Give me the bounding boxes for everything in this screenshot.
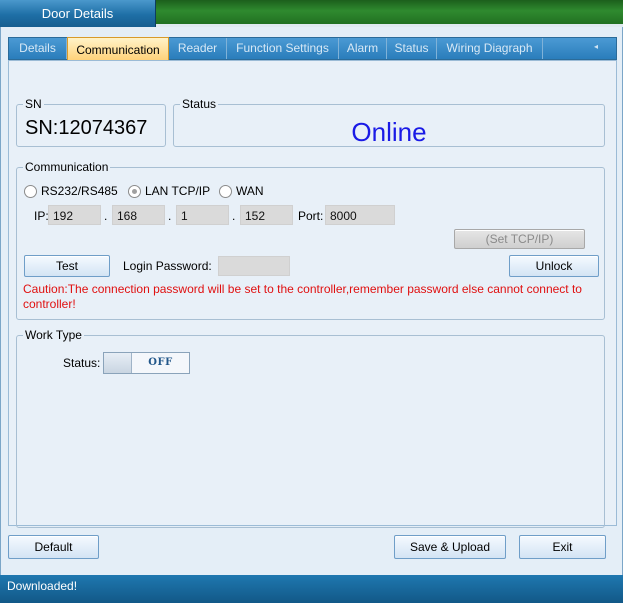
unlock-button[interactable]: Unlock bbox=[509, 255, 599, 277]
work-type-group: Work Type Status: OFF bbox=[16, 328, 605, 528]
ip-label: IP: bbox=[34, 209, 49, 223]
set-tcpip-button[interactable]: (Set TCP/IP) bbox=[454, 229, 585, 249]
title-bar: Door Details bbox=[0, 0, 623, 27]
radio-wan[interactable]: WAN bbox=[219, 184, 264, 198]
sn-value: SN:12074367 bbox=[25, 117, 148, 139]
work-status-label: Status: bbox=[63, 356, 101, 370]
save-upload-button[interactable]: Save & Upload bbox=[394, 535, 506, 559]
radio-checked-icon bbox=[128, 184, 141, 198]
radio-rs232-label: RS232/RS485 bbox=[41, 184, 118, 198]
exit-button[interactable]: Exit bbox=[519, 535, 606, 559]
port-input[interactable]: 8000 bbox=[325, 205, 395, 225]
window-title: Door Details bbox=[0, 0, 156, 27]
tab-reader[interactable]: Reader bbox=[169, 38, 227, 59]
communication-group: Communication RS232/RS485 LAN TCP/IP WAN… bbox=[16, 160, 605, 320]
tab-details[interactable]: Details bbox=[9, 38, 67, 59]
door-details-window: Details Communication Reader Function Se… bbox=[0, 27, 623, 575]
status-bar: Downloaded! bbox=[0, 575, 623, 603]
ip-separator: . bbox=[104, 209, 108, 223]
login-password-input[interactable] bbox=[218, 256, 290, 276]
sn-group: SN SN:12074367 bbox=[16, 97, 166, 147]
tab-strip: Details Communication Reader Function Se… bbox=[8, 37, 617, 61]
communication-legend: Communication bbox=[25, 160, 109, 174]
status-group: Status Online bbox=[173, 97, 605, 147]
tab-alarm[interactable]: Alarm bbox=[339, 38, 387, 59]
tab-status[interactable]: Status bbox=[387, 38, 437, 59]
radio-lan-label: LAN TCP/IP bbox=[145, 184, 211, 198]
radio-wan-label: WAN bbox=[236, 184, 264, 198]
ip-separator: . bbox=[168, 209, 172, 223]
tab-function-settings[interactable]: Function Settings bbox=[227, 38, 339, 59]
radio-unchecked-icon bbox=[24, 184, 37, 198]
ip-octet-3-input[interactable]: 1 bbox=[176, 205, 229, 225]
status-toggle[interactable]: OFF bbox=[103, 352, 190, 374]
toggle-state-label: OFF bbox=[148, 357, 173, 368]
status-bar-text: Downloaded! bbox=[7, 579, 78, 593]
tab-communication[interactable]: Communication bbox=[67, 37, 169, 61]
ip-octet-2-input[interactable]: 168 bbox=[112, 205, 165, 225]
communication-page: SN SN:12074367 Status Online Communicati… bbox=[8, 60, 617, 528]
radio-unchecked-icon bbox=[219, 184, 232, 198]
port-label: Port: bbox=[298, 209, 324, 223]
login-password-label: Login Password: bbox=[123, 259, 212, 273]
connection-status: Online bbox=[351, 117, 427, 147]
status-legend: Status bbox=[182, 97, 217, 111]
toggle-knob[interactable] bbox=[104, 353, 132, 373]
caution-message: Caution:The connection password will be … bbox=[23, 282, 582, 311]
test-button[interactable]: Test bbox=[24, 255, 110, 277]
radio-lan-tcpip[interactable]: LAN TCP/IP bbox=[128, 184, 210, 198]
default-button[interactable]: Default bbox=[8, 535, 99, 559]
sn-legend: SN bbox=[25, 97, 42, 111]
ip-octet-4-input[interactable]: 152 bbox=[240, 205, 293, 225]
radio-rs232-rs485[interactable]: RS232/RS485 bbox=[24, 184, 118, 198]
ip-octet-1-input[interactable]: 192 bbox=[48, 205, 101, 225]
ip-separator: . bbox=[232, 209, 236, 223]
tab-wiring-diagraph[interactable]: Wiring Diagraph bbox=[437, 38, 543, 59]
tab-scroll-icon[interactable]: ◂ bbox=[594, 43, 600, 51]
work-type-legend: Work Type bbox=[25, 328, 82, 342]
